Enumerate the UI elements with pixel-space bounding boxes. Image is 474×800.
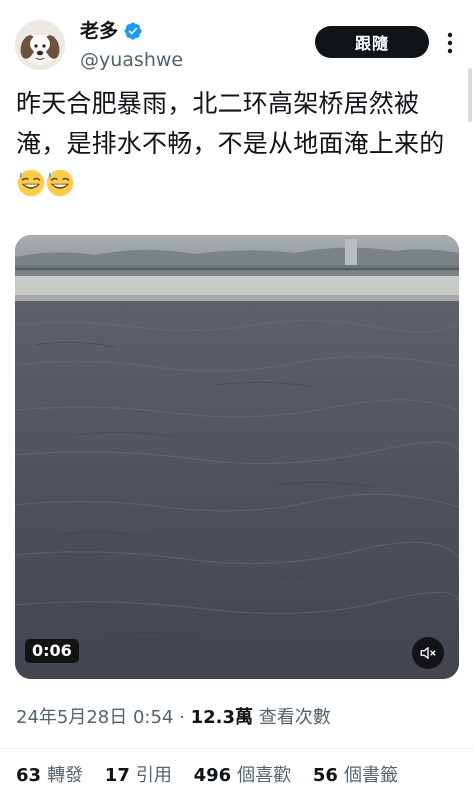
divider (0, 748, 474, 749)
mute-button[interactable] (412, 637, 444, 669)
grinning-sweat-emoji-icon (46, 169, 74, 197)
post-timestamp[interactable]: 24年5月28日 0:54 (16, 707, 173, 728)
user-handle[interactable]: @yuashwe (80, 48, 183, 72)
post-meta: 24年5月28日 0:54 · 12.3萬 查看次數 (16, 706, 331, 730)
follow-button[interactable]: 跟隨 (315, 26, 429, 58)
display-name-text: 老多 (80, 20, 119, 42)
avatar[interactable] (15, 20, 65, 70)
display-name[interactable]: 老多 (80, 19, 143, 43)
stat-count: 63 (16, 765, 42, 786)
stat-count: 496 (193, 765, 232, 786)
stat-count: 17 (104, 765, 130, 786)
more-vertical-icon[interactable] (445, 30, 455, 56)
engagement-stats: 63 轉發 17 引用 496 個喜歡 56 個書籤 (16, 764, 414, 788)
post-text: 昨天合肥暴雨，北二环高架桥居然被淹，是排水不畅，不是从地面淹上来的 (16, 84, 464, 204)
meta-separator: · (179, 707, 185, 728)
speaker-muted-icon (420, 647, 436, 659)
flood-video-frame (15, 235, 459, 679)
video-duration: 0:06 (25, 639, 79, 663)
stat-label: 個書籤 (343, 765, 398, 786)
verified-badge-icon (124, 22, 142, 40)
stat-reposts[interactable]: 63 轉發 (16, 765, 83, 786)
grinning-sweat-emoji-icon (17, 169, 45, 197)
stat-label: 引用 (135, 765, 172, 786)
stat-label: 個喜歡 (237, 765, 292, 786)
views-label: 查看次數 (258, 707, 331, 728)
stat-bookmarks[interactable]: 56 個書籤 (313, 765, 398, 786)
stat-quotes[interactable]: 17 引用 (105, 765, 172, 786)
tweet-detail: 老多 @yuashwe 跟隨 昨天合肥暴雨，北二环高架桥居然被淹，是排水不畅，不… (0, 0, 474, 800)
stat-count: 56 (312, 765, 338, 786)
post-body: 昨天合肥暴雨，北二环高架桥居然被淹，是排水不畅，不是从地面淹上来的 (16, 89, 445, 158)
stat-label: 轉發 (47, 765, 84, 786)
dog-avatar-icon (15, 20, 65, 70)
views-count: 12.3萬 (190, 707, 254, 728)
video-player[interactable]: 0:06 (15, 235, 459, 679)
scroll-indicator (468, 68, 472, 122)
stat-likes[interactable]: 496 個喜歡 (194, 765, 292, 786)
